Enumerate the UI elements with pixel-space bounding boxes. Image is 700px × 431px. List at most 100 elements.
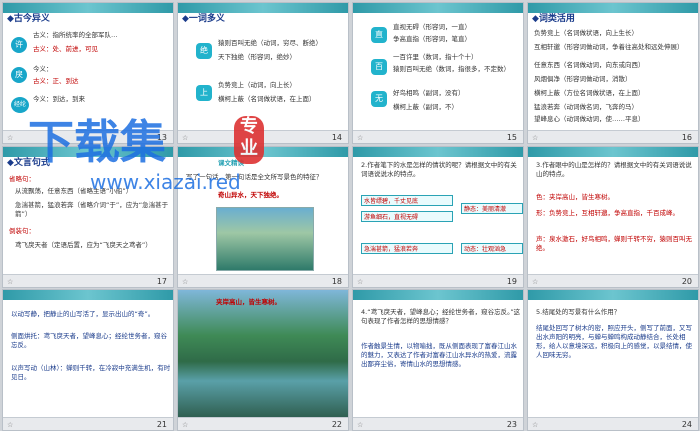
slide-number: 24 <box>681 420 692 429</box>
slide-line: 声：泉水激石，好鸟相鸣，蝉则千转不穷，猿则百叫无绝。 <box>536 235 692 252</box>
star-icon[interactable]: ☆ <box>532 278 538 286</box>
slide-footer: ☆ 15 <box>353 130 523 143</box>
slide-thumbnail-24[interactable]: 5.结尾处的写景有什么作用？ 结尾处回写了树木的密，照应开头，侧写了前面，又写出… <box>527 289 699 431</box>
slide-number: 18 <box>331 277 342 286</box>
slide-header-bar <box>353 147 523 157</box>
term-badge: 绝 <box>196 43 212 59</box>
slide-line: 急湍甚箭，猛浪若奔（省略介词“于”，应为“急湍甚于箭”） <box>15 201 169 218</box>
slide-line: 互相轩邈（形容词做动词，争着往高处和远处伸展） <box>534 43 684 51</box>
watermark-seal: 专业 <box>234 116 264 164</box>
slide-footer: ☆ 18 <box>178 274 348 287</box>
slide-line: 猿则百叫无绝（数词，指很多，不定数） <box>393 65 510 73</box>
term-badge: 直 <box>371 27 387 43</box>
slide-line: 色：夹岸高山，皆生寒树。 <box>536 193 614 201</box>
slide-number: 14 <box>331 133 342 142</box>
slide-line: 结尾处回写了树木的密，照应开头，侧写了前面，又写出水声阳的明亮，与蝉与蝉鸣构成动… <box>536 324 692 359</box>
quote-box: 游鱼细石，直视无碍 <box>361 211 453 222</box>
landscape-image <box>216 207 314 271</box>
slide-footer: ☆ 20 <box>528 274 698 287</box>
slide-title: ◆古今异义 <box>7 14 50 24</box>
slide-number: 23 <box>506 420 517 429</box>
term-badge: 戾 <box>11 67 27 83</box>
slide-line: 4.“鸢飞戾天者，望峰息心；经纶世务者，窥谷忘反。”这句表现了作者怎样的思想情感… <box>361 308 521 325</box>
slide-number: 19 <box>506 277 517 286</box>
slide-line: 古义：处、前进，可见 <box>33 45 98 53</box>
slide-line: 负势竞上（动词，向上长） <box>218 81 296 89</box>
slide-footer: ☆ 19 <box>353 274 523 287</box>
slide-thumbnail-18[interactable]: 课文精读 写了一句话，第一句话是全文所写景色的特征？ 奇山异水，天下独绝。 ☆ … <box>177 146 349 288</box>
term-badge: 许 <box>11 37 27 53</box>
slide-line: 2.作者笔下的水是怎样的情状的呢？请根据文中的有关词语说说水的特点。 <box>361 161 517 178</box>
slide-line: 猛浪若奔（动词做名词，飞奔的马） <box>534 103 638 111</box>
slide-line: 5.结尾处的写景有什么作用？ <box>536 308 621 316</box>
slide-line: 负势竞上（名词做状语，向上生长） <box>534 29 638 37</box>
slide-line: 一百许里（数词，指十个十） <box>393 53 478 61</box>
star-icon[interactable]: ☆ <box>532 421 538 429</box>
slide-line: 天下独绝（形容词，绝妙） <box>218 53 296 61</box>
watermark-text: 下载集 <box>28 115 166 169</box>
star-icon[interactable]: ☆ <box>532 134 538 142</box>
watermark-url: www.xiazai.red <box>90 170 241 194</box>
slide-line: 倒装句： <box>9 227 35 235</box>
star-icon[interactable]: ☆ <box>357 278 363 286</box>
slide-number: 21 <box>156 420 167 429</box>
slide-line: 横柯上蔽（方位名词做状语，在上面） <box>534 89 645 97</box>
term-badge: 上 <box>196 85 212 101</box>
slide-thumbnail-16[interactable]: ◆词类活用 负势竞上（名词做状语，向上生长） 互相轩邈（形容词做动词，争着往高处… <box>527 2 699 144</box>
slide-footer: ☆ 21 <box>3 417 173 430</box>
slide-line: 任意东西（名词做动词，向东或向西） <box>534 61 645 69</box>
slide-line: 课文精读 <box>218 159 244 167</box>
slide-line: 作者触景生情，以物喻拙，既从侧面表现了富春江山水的魅力，又表达了作者对富春江山水… <box>361 342 517 368</box>
slide-header-bar <box>528 147 698 157</box>
slide-line: 侧面烘托：鸢飞戾天者，望峰息心；经纶世务者，窥谷忘反。 <box>11 332 167 349</box>
slide-footer: ☆ 16 <box>528 130 698 143</box>
slide-header-bar <box>528 290 698 300</box>
slide-line: 横柯上蔽（名词做状语，在上面） <box>218 95 316 103</box>
slide-thumbnail-22[interactable]: 夹岸高山，皆生寒树。 ☆ 22 <box>177 289 349 431</box>
slide-footer: ☆ 17 <box>3 274 173 287</box>
star-icon[interactable]: ☆ <box>182 134 188 142</box>
star-icon[interactable]: ☆ <box>357 134 363 142</box>
slide-line: 横柯上蔽（副词，不） <box>393 103 458 111</box>
quote-box: 水皆缥碧，千丈见底 <box>361 195 453 206</box>
slide-thumbnail-20[interactable]: 3.作者眼中的山是怎样的？请根据文中的有关词语说说山的特点。 色：夹岸高山，皆生… <box>527 146 699 288</box>
slide-line: 3.作者眼中的山是怎样的？请根据文中的有关词语说说山的特点。 <box>536 161 692 178</box>
star-icon[interactable]: ☆ <box>7 421 13 429</box>
slide-header-bar <box>353 3 523 13</box>
quote-box: 急湍甚箭，猛浪若奔 <box>361 243 453 254</box>
slide-header-bar <box>3 290 173 300</box>
summary-box: 动态：壮观汹急 <box>461 243 523 254</box>
slide-line: 以声写动（山林）：蝉则千转，在冷寂中充满生机，有时见日。 <box>11 364 171 381</box>
slide-number: 20 <box>681 277 692 286</box>
slide-line: 望峰息心（动词做动词，使……平息） <box>534 115 645 123</box>
slide-line: 鸢飞戾天者（定语后置，应为“飞戾天之鸢者”） <box>15 241 152 249</box>
slide-line: 形：负势竞上，互相轩邈，争高直指，千百成峰。 <box>536 209 679 217</box>
slide-thumbnail-19[interactable]: 2.作者笔下的水是怎样的情状的呢？请根据文中的有关词语说说水的特点。 水皆缥碧，… <box>352 146 524 288</box>
slide-number: 16 <box>681 133 692 142</box>
slide-line: 争高直指（形容词，笔直） <box>393 35 471 43</box>
star-icon[interactable]: ☆ <box>357 421 363 429</box>
slide-thumbnail-23[interactable]: 4.“鸢飞戾天者，望峰息心；经纶世务者，窥谷忘反。”这句表现了作者怎样的思想情感… <box>352 289 524 431</box>
slide-thumbnail-15[interactable]: 直 百 无 直视无碍（形容词，一直） 争高直指（形容词，笔直） 一百许里（数词，… <box>352 2 524 144</box>
slide-thumbnail-21[interactable]: 以动写静，把静止的山写活了，显示出山的“奇”。 侧面烘托：鸢飞戾天者，望峰息心；… <box>2 289 174 431</box>
slide-line: 猿则百叫无绝（动词，穷尽、断绝） <box>218 39 322 47</box>
slide-number: 22 <box>331 420 342 429</box>
term-badge: 无 <box>371 91 387 107</box>
star-icon[interactable]: ☆ <box>7 134 13 142</box>
landscape-image <box>178 290 348 420</box>
slide-line: 古义：正、到达 <box>33 77 79 85</box>
star-icon[interactable]: ☆ <box>182 421 188 429</box>
term-badge: 百 <box>371 59 387 75</box>
slide-footer: ☆ 23 <box>353 417 523 430</box>
summary-box: 静态：美丽清澈 <box>461 203 523 214</box>
slide-line: 好鸟相鸣（副词，没有） <box>393 89 465 97</box>
slide-header-bar <box>353 290 523 300</box>
slide-footer: ☆ 24 <box>528 417 698 430</box>
slide-number: 15 <box>506 133 517 142</box>
star-icon[interactable]: ☆ <box>7 278 13 286</box>
slide-line: 古义：指所统率的全部军队… <box>33 31 118 39</box>
slide-line: 今义： <box>33 65 53 73</box>
star-icon[interactable]: ☆ <box>182 278 188 286</box>
slide-line: 风烟俱净（形容词做动词，消散） <box>534 75 632 83</box>
slide-footer: ☆ 22 <box>178 417 348 430</box>
